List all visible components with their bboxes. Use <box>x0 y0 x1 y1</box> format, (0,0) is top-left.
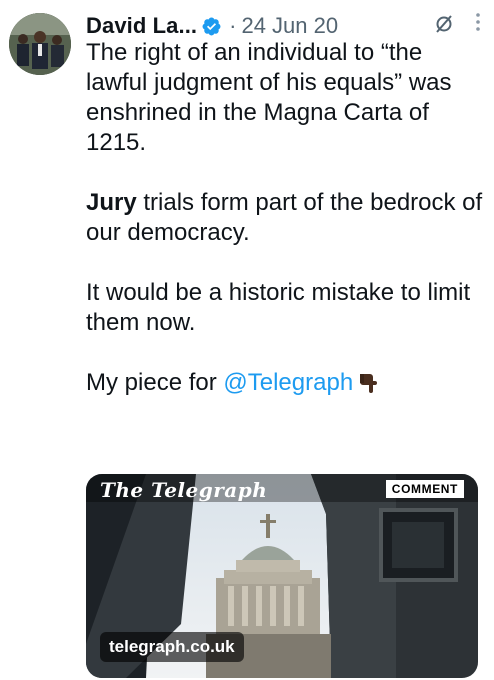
tweet-text: The right of an individual to “the lawfu… <box>86 38 486 402</box>
paragraph-jury: Jury trials form part of the bedrock of … <box>86 188 486 248</box>
link-preview-card[interactable]: The Telegraph COMMENT telegraph.co.uk <box>86 474 478 678</box>
my-piece-text: My piece for <box>86 369 224 396</box>
comment-badge: COMMENT <box>385 480 464 498</box>
bold-word-jury: Jury <box>86 189 137 216</box>
more-options-icon[interactable] <box>474 10 482 34</box>
telegraph-mention-link[interactable]: @Telegraph <box>223 369 353 396</box>
avatar-photo <box>9 13 71 75</box>
author-name[interactable]: David La... <box>86 13 197 39</box>
separator-dot: · <box>229 13 237 38</box>
paragraph-jury-rest: trials form part of the bedrock of our d… <box>86 189 483 246</box>
paragraph-magna-carta: The right of an individual to “the lawfu… <box>86 39 452 156</box>
telegraph-masthead: The Telegraph <box>100 478 268 502</box>
paragraph-my-piece: My piece for @Telegraph <box>86 368 486 402</box>
grok-icon[interactable] <box>434 14 454 34</box>
tweet-date[interactable]: 24 Jun 20 <box>241 13 338 39</box>
link-domain-label: telegraph.co.uk <box>100 632 244 662</box>
pointing-down-emoji-icon <box>357 370 381 402</box>
paragraph-historic-mistake: It would be a historic mistake to limit … <box>86 279 471 336</box>
avatar[interactable] <box>9 13 71 75</box>
verified-badge-icon[interactable] <box>201 16 222 37</box>
